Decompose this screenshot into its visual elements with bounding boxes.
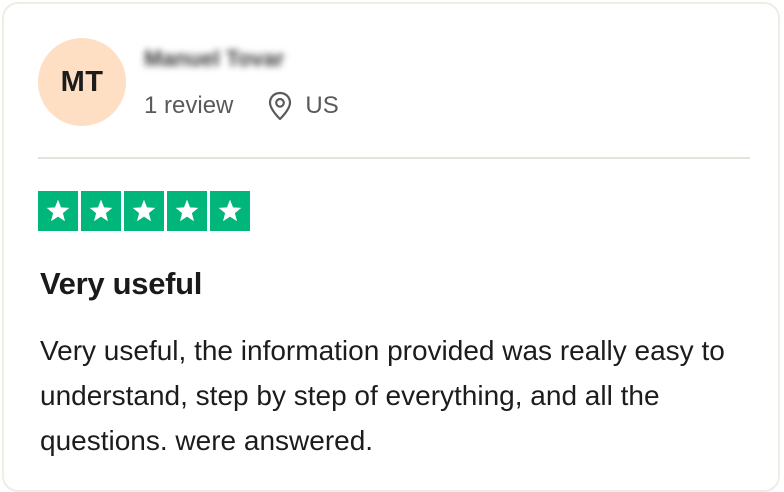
star-icon: [124, 191, 164, 231]
divider: [38, 157, 750, 159]
reviewer-meta: 1 review US: [144, 89, 339, 123]
review-card: MT Manuel Tovar 1 review US Very useful …: [2, 2, 780, 492]
star-icon: [210, 191, 250, 231]
reviewer-name[interactable]: Manuel Tovar: [144, 46, 284, 72]
star-icon: [81, 191, 121, 231]
avatar-initials: MT: [60, 65, 104, 98]
review-title[interactable]: Very useful: [40, 266, 202, 302]
location-pin-icon: [267, 91, 293, 121]
star-rating: [38, 191, 250, 231]
reviewer-location: US: [305, 92, 339, 119]
star-icon: [167, 191, 207, 231]
star-icon: [38, 191, 78, 231]
review-count: 1 review: [144, 92, 234, 119]
review-body: Very useful, the information provided wa…: [40, 335, 725, 456]
avatar[interactable]: MT: [38, 38, 126, 126]
